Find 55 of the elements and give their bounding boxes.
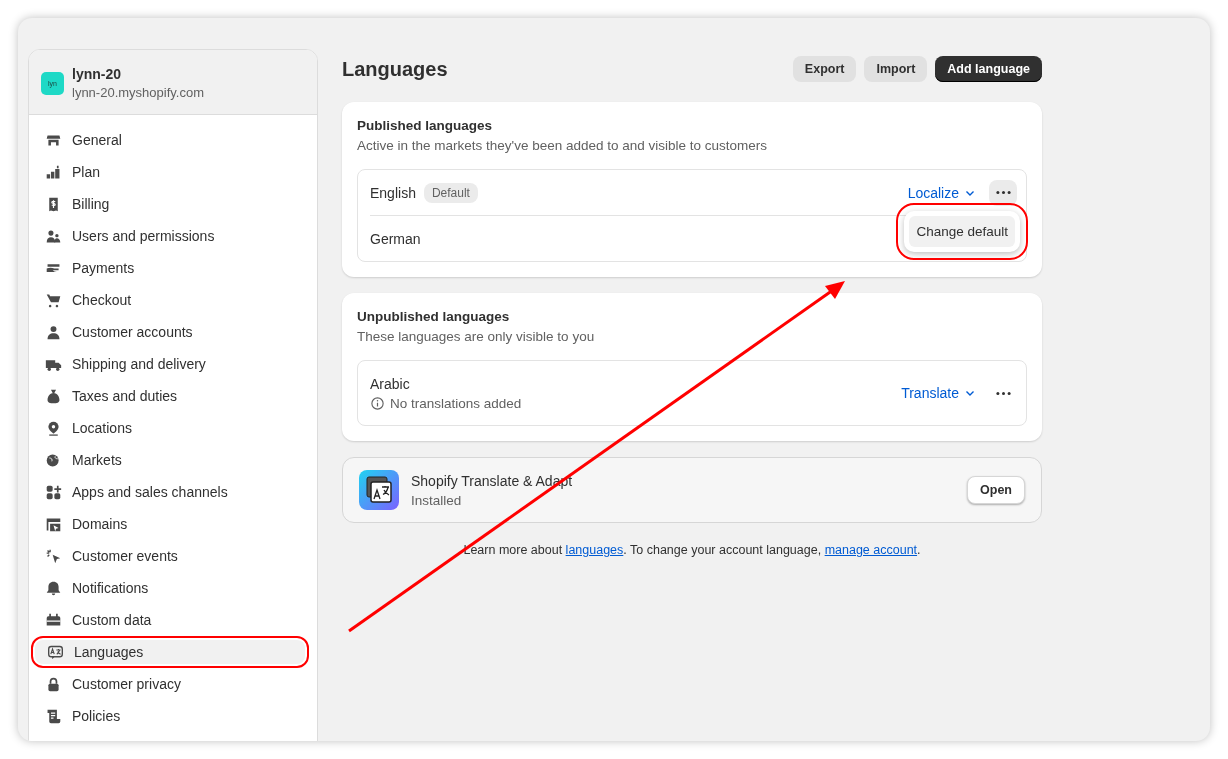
sidebar-item[interactable]: Payments — [33, 252, 313, 284]
sidebar-item[interactable]: Shipping and delivery — [33, 348, 313, 380]
footer-text: Learn more about languages. To change your account language, manage account. — [462, 543, 922, 557]
card-subtitle: Active in the markets they've been added to and visible to customers — [357, 138, 769, 153]
sidebar-item[interactable]: Customer events — [33, 540, 313, 572]
sidebar-item[interactable]: Custom data — [33, 604, 313, 636]
default-badge: Default — [423, 182, 478, 203]
language-name: Arabic — [370, 375, 410, 392]
cursor-click-icon — [45, 547, 62, 565]
page-title: Languages — [342, 57, 448, 81]
sidebar-item[interactable]: Plan — [33, 156, 313, 188]
card-subtitle: These languages are only visible to you — [357, 329, 596, 344]
language-name: German — [370, 230, 421, 247]
scroll-icon — [45, 707, 62, 725]
store-domain: lynn-20.myshopify.com — [72, 85, 204, 100]
sidebar-item[interactable]: Customer accounts — [33, 316, 313, 348]
bars-icon — [45, 163, 62, 181]
sidebar-item[interactable]: Taxes and duties — [33, 380, 313, 412]
sidebar-item[interactable]: Locations — [33, 412, 313, 444]
bell-icon — [45, 579, 62, 597]
open-button[interactable]: Open — [967, 476, 1025, 504]
padlock-icon — [45, 675, 62, 693]
person-icon — [45, 323, 62, 341]
calendar-icon — [45, 611, 62, 629]
sidebar-item[interactable]: Apps and sales channels — [33, 476, 313, 508]
card-title: Unpublished languages — [357, 309, 511, 324]
sidebar-item[interactable]: Users and permissions — [33, 220, 313, 252]
pin-icon — [45, 419, 62, 437]
header-button[interactable]: Export — [792, 56, 857, 82]
header-button[interactable]: Import — [864, 56, 928, 82]
ellipsis-icon — [995, 391, 1011, 395]
sidebar-item[interactable]: Notifications — [33, 572, 313, 604]
translate-icon — [47, 643, 64, 661]
sidebar-item[interactable]: Checkout — [33, 284, 313, 316]
app-status: Installed — [411, 492, 463, 508]
menu-item[interactable]: Change default — [909, 216, 1015, 247]
action-dropdown[interactable]: Translate — [901, 385, 977, 401]
sidebar-item[interactable]: Policies — [33, 700, 313, 732]
sidebar-item[interactable]: Customer privacy — [33, 668, 313, 700]
card-title: Published languages — [357, 118, 494, 133]
sidebar-item[interactable]: Markets — [33, 444, 313, 476]
apps-icon — [45, 483, 62, 501]
app-logo-icon — [359, 470, 399, 510]
add-language-button[interactable]: Add language — [935, 56, 1042, 82]
money-bag-icon — [45, 387, 62, 405]
language-name: English — [370, 184, 416, 201]
sidebar-item[interactable]: Billing — [33, 188, 313, 220]
ellipsis-icon — [995, 191, 1011, 194]
store-name: lynn-20 — [72, 66, 122, 82]
sidebar-item[interactable]: General — [33, 124, 313, 156]
sidebar-item[interactable]: Domains — [33, 508, 313, 540]
action-dropdown[interactable]: Localize — [907, 184, 977, 201]
more-actions-button[interactable] — [989, 179, 1017, 206]
language-note: No translations added — [390, 395, 522, 411]
info-icon — [370, 395, 385, 411]
